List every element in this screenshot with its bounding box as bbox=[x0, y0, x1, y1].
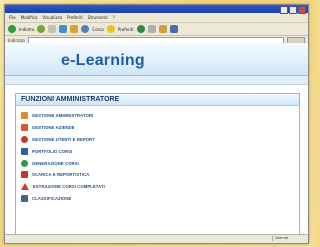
favorites-icon[interactable] bbox=[106, 25, 115, 33]
menu-item-label[interactable]: GENERAZIONE CORSI bbox=[32, 161, 79, 166]
back-icon[interactable] bbox=[8, 25, 16, 33]
search-label[interactable]: Cerca bbox=[92, 27, 103, 32]
panel-title: FUNZIONI AMMINISTRATORE bbox=[16, 94, 299, 106]
admin-functions-panel: FUNZIONI AMMINISTRATORE GESTIONE AMMINIS… bbox=[15, 93, 300, 235]
menu-help[interactable]: ? bbox=[113, 13, 115, 22]
maximize-button[interactable] bbox=[289, 6, 297, 14]
users-report-icon bbox=[21, 135, 28, 143]
building-icon bbox=[21, 124, 28, 132]
security-zone: Internet bbox=[272, 236, 305, 241]
menu-item-scarica-reportistica[interactable]: SCARICA E REPORTISTICA bbox=[21, 169, 299, 181]
portfolio-icon bbox=[21, 147, 28, 155]
title-bar bbox=[5, 5, 308, 14]
menu-item-label[interactable]: GESTIONE AMMINISTRATORI bbox=[32, 113, 93, 118]
breadcrumb-strip bbox=[5, 76, 308, 85]
classify-icon bbox=[21, 194, 28, 202]
minimize-button[interactable] bbox=[280, 6, 288, 14]
forward-icon[interactable] bbox=[37, 25, 46, 33]
home-icon[interactable] bbox=[70, 25, 79, 33]
menu-item-portfolio-corsi[interactable]: PORTFOLIO CORSI bbox=[21, 145, 299, 157]
back-label[interactable]: Indietro bbox=[19, 27, 34, 32]
menu-item-label[interactable]: CLASSIFICAZIONE bbox=[32, 196, 71, 201]
search-icon[interactable] bbox=[81, 25, 90, 33]
menu-favorites[interactable]: Preferiti bbox=[67, 13, 83, 22]
favorites-label[interactable]: Preferiti bbox=[118, 27, 134, 32]
menu-item-classificazione[interactable]: CLASSIFICAZIONE bbox=[21, 193, 299, 205]
download-icon bbox=[21, 171, 28, 179]
close-button[interactable] bbox=[298, 6, 306, 14]
menu-item-gestione-utenti[interactable]: GESTIONE UTENTI E REPORT bbox=[21, 134, 299, 146]
site-logo[interactable]: e-Learning bbox=[61, 52, 145, 70]
menu-item-gestione-aziende[interactable]: GESTIONE AZIENDE bbox=[21, 122, 299, 134]
refresh-icon[interactable] bbox=[59, 25, 68, 33]
menu-item-label[interactable]: PORTFOLIO CORSI bbox=[32, 149, 72, 154]
window-controls bbox=[280, 6, 306, 14]
admin-icon bbox=[21, 112, 28, 120]
menu-item-estrazione-corsi[interactable]: ESTRAZIONE CORSI COMPLETATI bbox=[21, 181, 299, 193]
menu-bar: File Modifica Visualizza Preferiti Strum… bbox=[5, 13, 308, 23]
desktop-background: File Modifica Visualizza Preferiti Strum… bbox=[0, 0, 315, 247]
menu-item-label[interactable]: ESTRAZIONE CORSI COMPLETATI bbox=[33, 184, 105, 189]
menu-file[interactable]: File bbox=[9, 13, 16, 22]
site-banner: e-Learning bbox=[5, 43, 308, 76]
menu-item-label[interactable]: GESTIONE AZIENDE bbox=[32, 125, 75, 130]
browser-window: File Modifica Visualizza Preferiti Strum… bbox=[4, 4, 309, 244]
menu-view[interactable]: Visualizza bbox=[42, 13, 62, 22]
menu-edit[interactable]: Modifica bbox=[21, 13, 38, 22]
menu-tools[interactable]: Strumenti bbox=[88, 13, 108, 22]
alert-icon bbox=[21, 183, 29, 191]
menu-item-generazione-corsi[interactable]: GENERAZIONE CORSI bbox=[21, 157, 299, 169]
media-icon[interactable] bbox=[136, 25, 145, 33]
status-bar: Internet bbox=[5, 234, 308, 243]
mail-icon[interactable] bbox=[158, 25, 167, 33]
admin-menu: GESTIONE AMMINISTRATORI GESTIONE AZIENDE… bbox=[16, 106, 299, 204]
page-viewport: e-Learning FUNZIONI AMMINISTRATORE GESTI… bbox=[5, 43, 308, 235]
menu-item-label[interactable]: SCARICA E REPORTISTICA bbox=[32, 172, 89, 177]
history-icon[interactable] bbox=[147, 25, 156, 33]
generate-icon bbox=[21, 159, 28, 167]
menu-item-label[interactable]: GESTIONE UTENTI E REPORT bbox=[32, 137, 95, 142]
toolbar: Indietro Cerca Preferiti bbox=[5, 23, 308, 36]
menu-item-gestione-amministratori[interactable]: GESTIONE AMMINISTRATORI bbox=[21, 110, 299, 122]
print-icon[interactable] bbox=[169, 25, 178, 33]
stop-icon[interactable] bbox=[48, 25, 57, 33]
